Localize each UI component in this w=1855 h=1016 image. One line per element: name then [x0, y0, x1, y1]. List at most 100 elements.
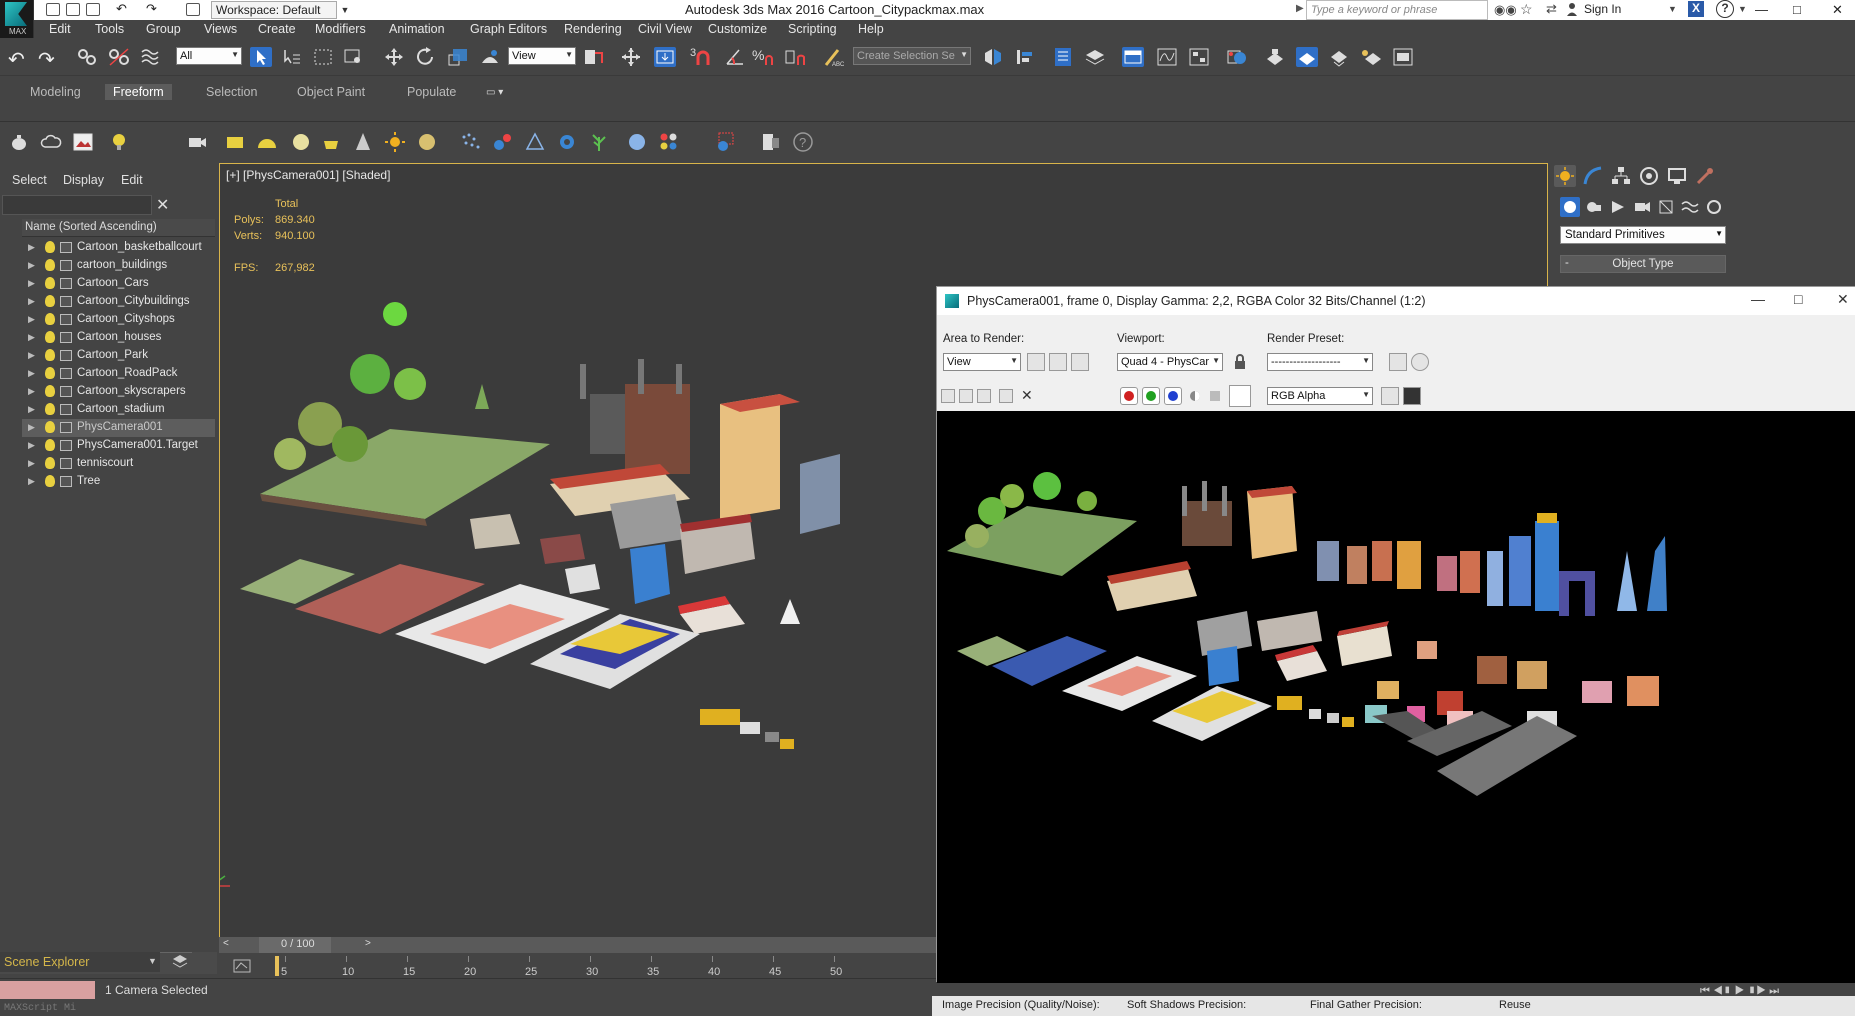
area-to-render-dropdown[interactable]: View ▼ [943, 353, 1021, 371]
menu-graph-editors[interactable]: Graph Editors [470, 22, 547, 36]
menu-tools[interactable]: Tools [95, 22, 124, 36]
light-bulb-icon[interactable] [45, 457, 55, 469]
scene-tree-item[interactable]: ▶ Cartoon_houses [22, 329, 215, 347]
menu-civil-view[interactable]: Civil View [638, 22, 692, 36]
geosphere-icon[interactable] [416, 131, 438, 153]
prev-frame-icon[interactable]: < [223, 938, 229, 949]
scene-tree-item[interactable]: ▶ PhysCamera001 [22, 419, 215, 437]
geometry-icon[interactable] [60, 368, 72, 379]
clear-image-icon[interactable]: ✕ [1021, 387, 1033, 404]
menu-customize[interactable]: Customize [708, 22, 767, 36]
chevron-down-icon[interactable]: ▼ [1668, 4, 1677, 14]
geometry-category-icon[interactable] [1560, 197, 1580, 217]
helper-icon[interactable] [524, 131, 546, 153]
expand-arrow-icon[interactable]: ▶ [28, 332, 35, 343]
crop-region-icon[interactable] [1071, 353, 1089, 371]
expand-arrow-icon[interactable]: ▶ [28, 476, 35, 487]
expand-arrow-icon[interactable]: ▶ [28, 422, 35, 433]
light-bulb-icon[interactable] [45, 295, 55, 307]
toggle-ui-icon[interactable] [1403, 387, 1421, 405]
search-input[interactable]: Type a keyword or phrase [1306, 0, 1488, 20]
spacewarps-category-icon[interactable] [1680, 197, 1700, 217]
snaps-toggle-icon[interactable]: 3 [690, 47, 712, 67]
render-preset-dropdown[interactable]: ------------------- ▼ [1267, 353, 1373, 371]
expand-arrow-icon[interactable]: ▶ [28, 386, 35, 397]
find-input[interactable] [2, 195, 152, 215]
gear-icon[interactable] [556, 131, 578, 153]
expand-arrow-icon[interactable]: ▶ [28, 314, 35, 325]
cameras-category-icon[interactable] [1632, 197, 1652, 217]
track-bar[interactable]: 5 10 15 20 25 30 35 40 45 50 [219, 956, 939, 978]
scene-tree-item[interactable]: ▶ PhysCamera001.Target [22, 437, 215, 455]
unlink-icon[interactable] [108, 47, 130, 67]
expand-arrow-icon[interactable]: ▶ [28, 296, 35, 307]
sun-icon[interactable] [384, 131, 406, 153]
alpha-channel-icon[interactable] [1186, 387, 1204, 405]
expand-arrow-icon[interactable]: ▶ [28, 278, 35, 289]
hemisphere-icon[interactable] [256, 131, 278, 153]
create-tab-icon[interactable] [1554, 165, 1576, 187]
render-production-icon[interactable] [1328, 47, 1350, 67]
scene-tree-item[interactable]: ▶ Cartoon_Citybuildings [22, 293, 215, 311]
maxscript-listener[interactable] [0, 981, 95, 999]
close-icon[interactable]: ✕ [1837, 291, 1849, 308]
sign-in-link[interactable]: Sign In [1584, 2, 1621, 16]
light-bulb-icon[interactable] [110, 131, 132, 153]
schematic-view-icon[interactable] [1188, 47, 1210, 67]
scale-icon[interactable] [447, 47, 469, 67]
shaded-sphere-icon[interactable] [626, 131, 648, 153]
cone-icon[interactable] [352, 131, 374, 153]
maximize-icon[interactable]: □ [1794, 291, 1802, 307]
expand-arrow-icon[interactable]: ▶ [28, 242, 35, 253]
expand-arrow-icon[interactable]: ▶ [28, 260, 35, 271]
app-logo[interactable]: MAX [0, 0, 34, 38]
menu-animation[interactable]: Animation [389, 22, 445, 36]
maxscript-mini-listener[interactable]: MAXScript Mi [4, 1003, 76, 1014]
tab-object-paint[interactable]: Object Paint [297, 85, 365, 99]
tab-modeling[interactable]: Modeling [30, 85, 81, 99]
expand-arrow-icon[interactable]: ▶ [28, 440, 35, 451]
layer-explorer-icon[interactable] [1084, 47, 1106, 67]
menu-scripting[interactable]: Scripting [788, 22, 837, 36]
motion-tab-icon[interactable] [1638, 165, 1660, 187]
auto-region-icon[interactable] [1049, 353, 1067, 371]
star-icon[interactable]: ☆ [1520, 1, 1533, 18]
geometry-icon[interactable] [60, 314, 72, 325]
camera-icon[interactable] [60, 422, 72, 433]
copy-image-icon[interactable] [959, 389, 973, 403]
current-frame-marker[interactable] [275, 956, 279, 976]
undo-icon[interactable]: ↶ [8, 47, 30, 71]
mini-curve-editor-icon[interactable] [233, 959, 251, 973]
particles-icon[interactable] [460, 131, 482, 153]
rendered-frame-window-icon[interactable] [1296, 47, 1318, 67]
light-bulb-icon[interactable] [45, 439, 55, 451]
render-setup-icon[interactable] [1389, 353, 1407, 371]
help-icon[interactable]: ? [792, 131, 814, 153]
scene-tree-item[interactable]: ▶ Tree [22, 473, 215, 491]
menu-rendering[interactable]: Rendering [564, 22, 622, 36]
mirror-icon[interactable] [982, 47, 1004, 67]
place-icon[interactable] [479, 47, 501, 67]
expand-arrow-icon[interactable]: ▶ [28, 368, 35, 379]
scene-tree-item[interactable]: ▶ Cartoon_Cityshops [22, 311, 215, 329]
utilities-tab-icon[interactable] [1694, 165, 1716, 187]
scene-menu-display[interactable]: Display [63, 173, 104, 187]
binoculars-icon[interactable]: ◉◉ [1494, 2, 1517, 18]
render-iterative-icon[interactable] [1360, 47, 1382, 67]
autodesk-exchange-icon[interactable]: X [1688, 1, 1704, 17]
environment-effects-icon[interactable] [1411, 353, 1429, 371]
curve-editor-icon[interactable] [1156, 47, 1178, 67]
scene-tree-item[interactable]: ▶ Cartoon_stadium [22, 401, 215, 419]
channel-display-dropdown[interactable]: RGB Alpha ▼ [1267, 387, 1373, 405]
bind-space-warp-icon[interactable] [140, 47, 162, 67]
geometry-icon[interactable] [60, 332, 72, 343]
toggle-ui-overlay-icon[interactable] [1381, 387, 1399, 405]
window-crossing-icon[interactable] [342, 47, 364, 67]
teapot-primitive-icon[interactable] [320, 131, 342, 153]
helpers-category-icon[interactable] [1656, 197, 1676, 217]
scene-tree-item[interactable]: ▶ Cartoon_Cars [22, 275, 215, 293]
tab-selection[interactable]: Selection [206, 85, 257, 99]
expand-arrow-icon[interactable]: ▶ [28, 404, 35, 415]
blue-channel-toggle[interactable] [1164, 387, 1182, 405]
menu-help[interactable]: Help [858, 22, 884, 36]
